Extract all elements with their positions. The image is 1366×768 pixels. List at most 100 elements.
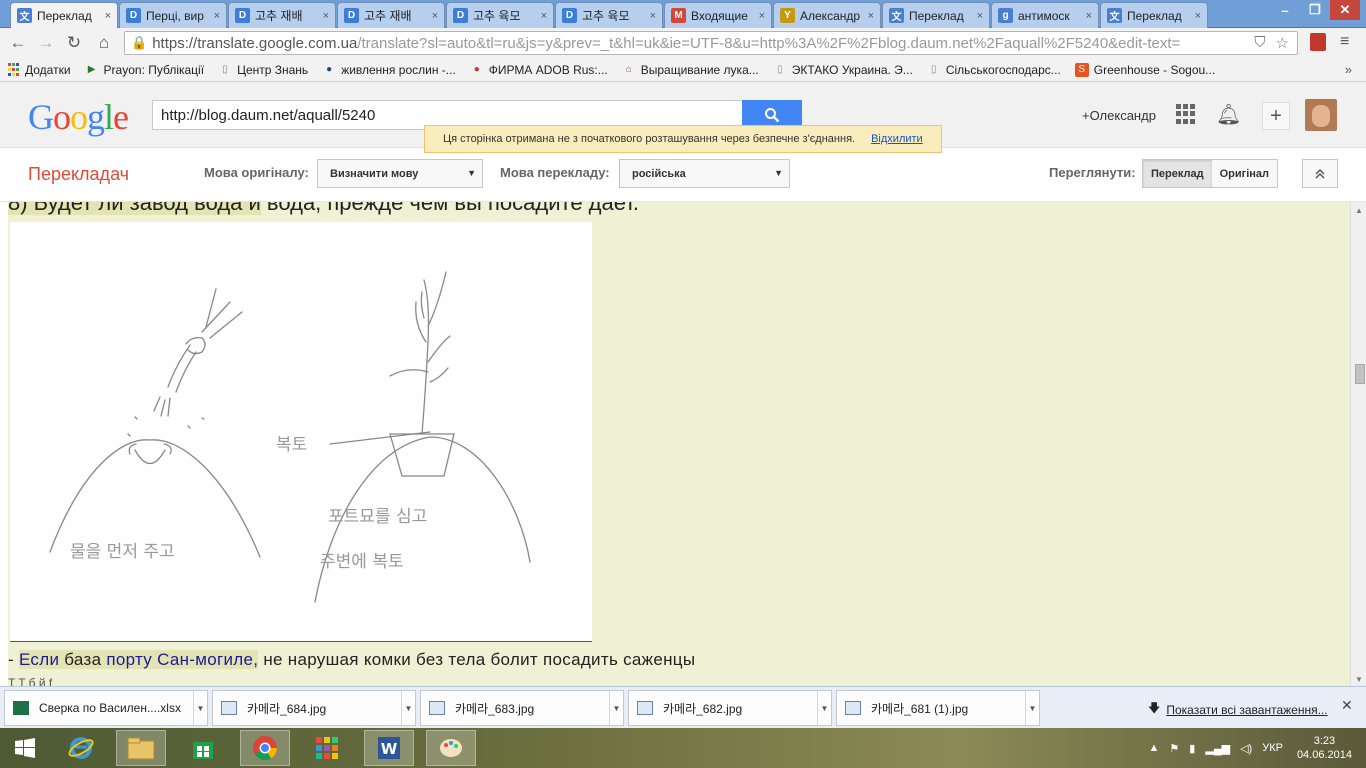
restore-icon[interactable]: ❐ <box>1300 0 1330 20</box>
close-icon[interactable]: × <box>105 10 111 22</box>
browser-tab[interactable]: D 고추 육모 × <box>446 2 554 28</box>
scroll-thumb[interactable] <box>1355 364 1365 384</box>
lock-warning-icon[interactable]: 🔒 <box>131 35 147 51</box>
forward-icon[interactable]: → <box>36 33 56 53</box>
view-original-button[interactable]: Оригінал <box>1211 160 1278 187</box>
bookmark-item[interactable]: ▶ Prayon: Публікації <box>85 63 204 77</box>
bell-icon[interactable]: 🔔︎ <box>1216 102 1241 127</box>
download-item[interactable]: 카메라_682.jpg ▼ <box>628 690 832 726</box>
download-item[interactable]: 카메라_683.jpg ▼ <box>420 690 624 726</box>
view-translation-button[interactable]: Переклад <box>1143 160 1212 187</box>
chevron-down-icon[interactable]: ▼ <box>609 691 623 725</box>
browser-tab[interactable]: D Перці, вир × <box>119 2 227 28</box>
clock[interactable]: 3:23 04.06.2014 <box>1297 734 1352 762</box>
bookmark-item[interactable]: ● живлення рослин -... <box>322 63 456 77</box>
chevron-down-icon[interactable]: ▼ <box>401 691 415 725</box>
word-button[interactable]: W <box>364 730 414 766</box>
browser-tab[interactable]: 文 Переклад × <box>1100 2 1208 28</box>
close-window-icon[interactable]: ✕ <box>1330 0 1360 20</box>
close-icon[interactable]: × <box>1086 10 1092 22</box>
close-icon[interactable]: × <box>650 10 656 22</box>
vertical-scrollbar[interactable]: ▲ ▼ <box>1350 202 1366 686</box>
volume-icon[interactable]: ◁) <box>1240 742 1252 755</box>
download-item[interactable]: 카메라_684.jpg ▼ <box>212 690 416 726</box>
bookmark-item[interactable]: ▯ Сільськогосподарс... <box>927 63 1061 77</box>
avatar[interactable] <box>1305 99 1337 131</box>
close-icon[interactable]: × <box>1195 10 1201 22</box>
scroll-up-icon[interactable]: ▲ <box>1355 206 1363 215</box>
browser-tab[interactable]: Y Александр × <box>773 2 881 28</box>
highlighted-word[interactable]: Если <box>18 650 60 669</box>
bookmark-item[interactable]: ● ФИРМА ADOB Rus:... <box>470 63 608 77</box>
share-plus-button[interactable]: + <box>1262 102 1290 130</box>
browser-tab[interactable]: D 고추 재배 × <box>337 2 445 28</box>
close-icon[interactable]: × <box>977 10 983 22</box>
close-icon[interactable]: × <box>759 10 765 22</box>
browser-tab[interactable]: D 고추 재배 × <box>228 2 336 28</box>
signal-icon[interactable]: ▂▄▆ <box>1205 742 1230 755</box>
sketch-caption-right-1: 포트묘를 심고 <box>328 507 427 527</box>
chrome-button[interactable] <box>240 730 290 766</box>
highlighted-phrase[interactable]: база <box>59 650 107 669</box>
flag-icon[interactable]: ⚑ <box>1169 742 1179 755</box>
chevron-down-icon[interactable]: ▼ <box>1025 691 1039 725</box>
download-arrow-icon: 🡇 <box>1148 701 1161 715</box>
close-icon[interactable]: × <box>541 10 547 22</box>
bookmark-item[interactable]: ▯ Центр Знань <box>218 63 308 77</box>
paint-button[interactable] <box>426 730 476 766</box>
dismiss-link[interactable]: Відхилити <box>871 133 923 145</box>
bookmark-item[interactable]: ▯ ЭКТАКО Украина. Э... <box>773 63 913 77</box>
battery-icon[interactable]: ▮ <box>1189 742 1195 755</box>
download-item[interactable]: Сверка по Василен....xlsx ▼ <box>4 690 208 726</box>
browser-tab[interactable]: D 고추 육모 × <box>555 2 663 28</box>
bookmark-item[interactable]: S Greenhouse - Sogou... <box>1074 62 1215 77</box>
highlighted-phrase[interactable]: порту Сан-могиле, <box>106 650 259 669</box>
chevron-down-icon[interactable]: ▼ <box>817 691 831 725</box>
download-item[interactable]: 카메라_681 (1).jpg ▼ <box>836 690 1040 726</box>
show-hidden-icons-icon[interactable]: ▲ <box>1149 742 1160 754</box>
collapse-toolbar-button[interactable] <box>1302 159 1338 188</box>
chevron-down-icon[interactable]: ▼ <box>193 691 207 725</box>
target-language-select[interactable]: російська ▼ <box>619 159 790 188</box>
extension-icon[interactable] <box>1310 33 1326 51</box>
translator-brand[interactable]: Перекладач <box>28 164 129 185</box>
source-language-select[interactable]: Визначити мову ▼ <box>317 159 483 188</box>
bookmark-item[interactable]: Додатки <box>6 63 71 77</box>
browser-tab[interactable]: g антимоск × <box>991 2 1099 28</box>
close-icon[interactable]: × <box>323 10 329 22</box>
close-icon[interactable]: × <box>214 10 220 22</box>
close-icon[interactable]: × <box>432 10 438 22</box>
image-file-icon <box>429 701 445 715</box>
google-logo[interactable]: Google <box>28 96 129 138</box>
apps-launcher-button[interactable] <box>302 730 352 766</box>
input-language[interactable]: УКР <box>1262 742 1283 754</box>
show-all-downloads-link[interactable]: Показати всі завантаження... <box>1166 703 1327 717</box>
menu-icon[interactable]: ≡ <box>1340 33 1349 51</box>
browser-tab[interactable]: 文 Переклад × <box>882 2 990 28</box>
internet-explorer-button[interactable] <box>56 730 106 766</box>
scroll-down-icon[interactable]: ▼ <box>1355 675 1363 684</box>
back-icon[interactable]: ← <box>8 33 28 53</box>
paragraph-rest: не нарушая комки без тела болит посадить… <box>258 650 696 669</box>
sketch-label-pointer: 복토 <box>276 435 307 455</box>
close-icon[interactable]: ✕ <box>1341 697 1353 714</box>
minimize-icon[interactable]: – <box>1270 0 1300 20</box>
shield-icon[interactable]: ⛉ <box>1254 34 1265 52</box>
file-explorer-button[interactable] <box>116 730 166 766</box>
reload-icon[interactable]: ↻ <box>64 33 84 53</box>
store-button[interactable] <box>178 730 228 766</box>
close-icon[interactable]: × <box>868 10 874 22</box>
bookmark-item[interactable]: ⌂ Выращивание лука... <box>622 63 759 77</box>
start-button[interactable] <box>0 730 50 766</box>
address-bar[interactable]: 🔒 https://translate.google.com.ua/transl… <box>124 31 1298 55</box>
star-icon[interactable]: ☆ <box>1276 34 1289 52</box>
article-next-line: T T б й f <box>8 676 53 686</box>
more-bookmarks-icon[interactable]: » <box>1345 62 1352 77</box>
highlighted-phrase[interactable]: 8) Будет ли завод вода и <box>8 202 261 215</box>
browser-tab[interactable]: M Входящие × <box>664 2 772 28</box>
browser-tab[interactable]: 文 Переклад × <box>10 2 118 28</box>
home-icon[interactable]: ⌂ <box>94 33 114 53</box>
user-name-link[interactable]: +Олександр <box>1082 108 1156 123</box>
page-icon: ▯ <box>222 64 228 75</box>
apps-grid-icon[interactable] <box>1176 104 1196 124</box>
